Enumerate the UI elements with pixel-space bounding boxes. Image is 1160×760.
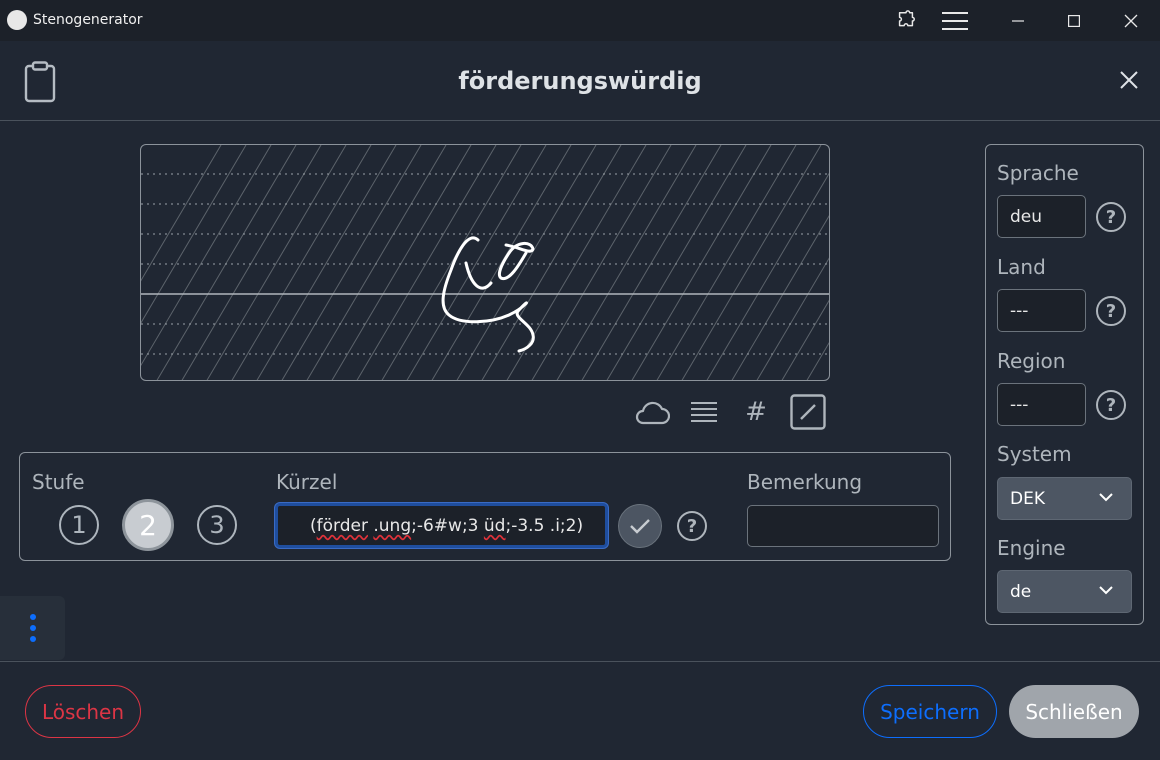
sprache-input[interactable]: deu: [997, 195, 1086, 238]
system-select-value: DEK: [1010, 488, 1045, 509]
kuerzel-text: (: [310, 515, 317, 536]
region-help-icon[interactable]: ?: [1096, 390, 1126, 420]
vertical-dots-icon-part: [29, 625, 36, 631]
engine-select-value: de: [1010, 581, 1032, 602]
system-select[interactable]: DEK: [997, 477, 1132, 520]
steno-canvas[interactable]: [140, 144, 830, 381]
check-icon: [630, 519, 650, 534]
more-options-button[interactable]: [0, 596, 65, 660]
kuerzel-misspelled-text: .ung: [373, 515, 412, 536]
hamburger-menu-icon[interactable]: [932, 0, 978, 41]
maximize-icon[interactable]: [1051, 0, 1097, 41]
cloud-icon[interactable]: [632, 393, 672, 431]
kuerzel-text: ;-6#w;3: [411, 515, 484, 536]
land-label: Land: [997, 255, 1046, 279]
region-input[interactable]: ---: [997, 383, 1086, 426]
slant-toggle-icon[interactable]: [788, 393, 828, 431]
land-input[interactable]: ---: [997, 289, 1086, 332]
stufe-3-button[interactable]: 3: [197, 505, 237, 545]
region-label: Region: [997, 349, 1066, 373]
system-label: System: [997, 442, 1072, 466]
footer-divider: [0, 661, 1160, 662]
window-close-icon[interactable]: [1108, 0, 1154, 41]
save-button[interactable]: Speichern: [863, 685, 997, 738]
kuerzel-input[interactable]: (förder .ung ;-6#w;3 üd ;-3.5 .i;2): [275, 503, 608, 548]
vertical-dots-icon-part: [29, 636, 36, 642]
window-titlebar: Stenogenerator: [0, 0, 1160, 41]
kuerzel-text: ;-3.5 .i;2): [505, 515, 584, 536]
lines-icon[interactable]: [684, 393, 724, 431]
kuerzel-help-icon[interactable]: ?: [677, 511, 707, 541]
chevron-down-icon: [1099, 586, 1113, 595]
close-button[interactable]: Schließen: [1009, 685, 1139, 738]
stufe-1-button[interactable]: 1: [59, 505, 99, 545]
chevron-down-icon: [1099, 493, 1113, 502]
dialog-header: förderungswürdig: [0, 41, 1160, 121]
sprache-help-icon[interactable]: ?: [1096, 202, 1126, 232]
vertical-dots-icon: [29, 614, 36, 620]
engine-label: Engine: [997, 536, 1066, 560]
grid-hash-icon[interactable]: #: [736, 393, 776, 431]
dialog-close-icon[interactable]: [1120, 71, 1138, 93]
page-title: förderungswürdig: [458, 67, 702, 95]
engine-select[interactable]: de: [997, 570, 1132, 613]
delete-button[interactable]: Löschen: [25, 685, 141, 738]
extensions-puzzle-icon[interactable]: [883, 0, 929, 41]
confirm-check-button[interactable]: [618, 504, 662, 548]
minimize-icon[interactable]: [995, 0, 1041, 41]
bemerkung-input[interactable]: [747, 505, 939, 547]
kuerzel-label: Kürzel: [276, 470, 338, 494]
sprache-label: Sprache: [997, 161, 1079, 185]
bemerkung-label: Bemerkung: [747, 470, 863, 494]
land-help-icon[interactable]: ?: [1096, 296, 1126, 326]
stufe-label: Stufe: [32, 470, 85, 494]
kuerzel-misspelled-text: förder: [316, 515, 368, 536]
app-title: Stenogenerator: [33, 12, 143, 28]
kuerzel-misspelled-text: üd: [483, 515, 506, 536]
steno-lines: [141, 145, 829, 380]
stufe-2-button[interactable]: 2: [122, 499, 174, 551]
app-logo-icon: [7, 10, 27, 30]
